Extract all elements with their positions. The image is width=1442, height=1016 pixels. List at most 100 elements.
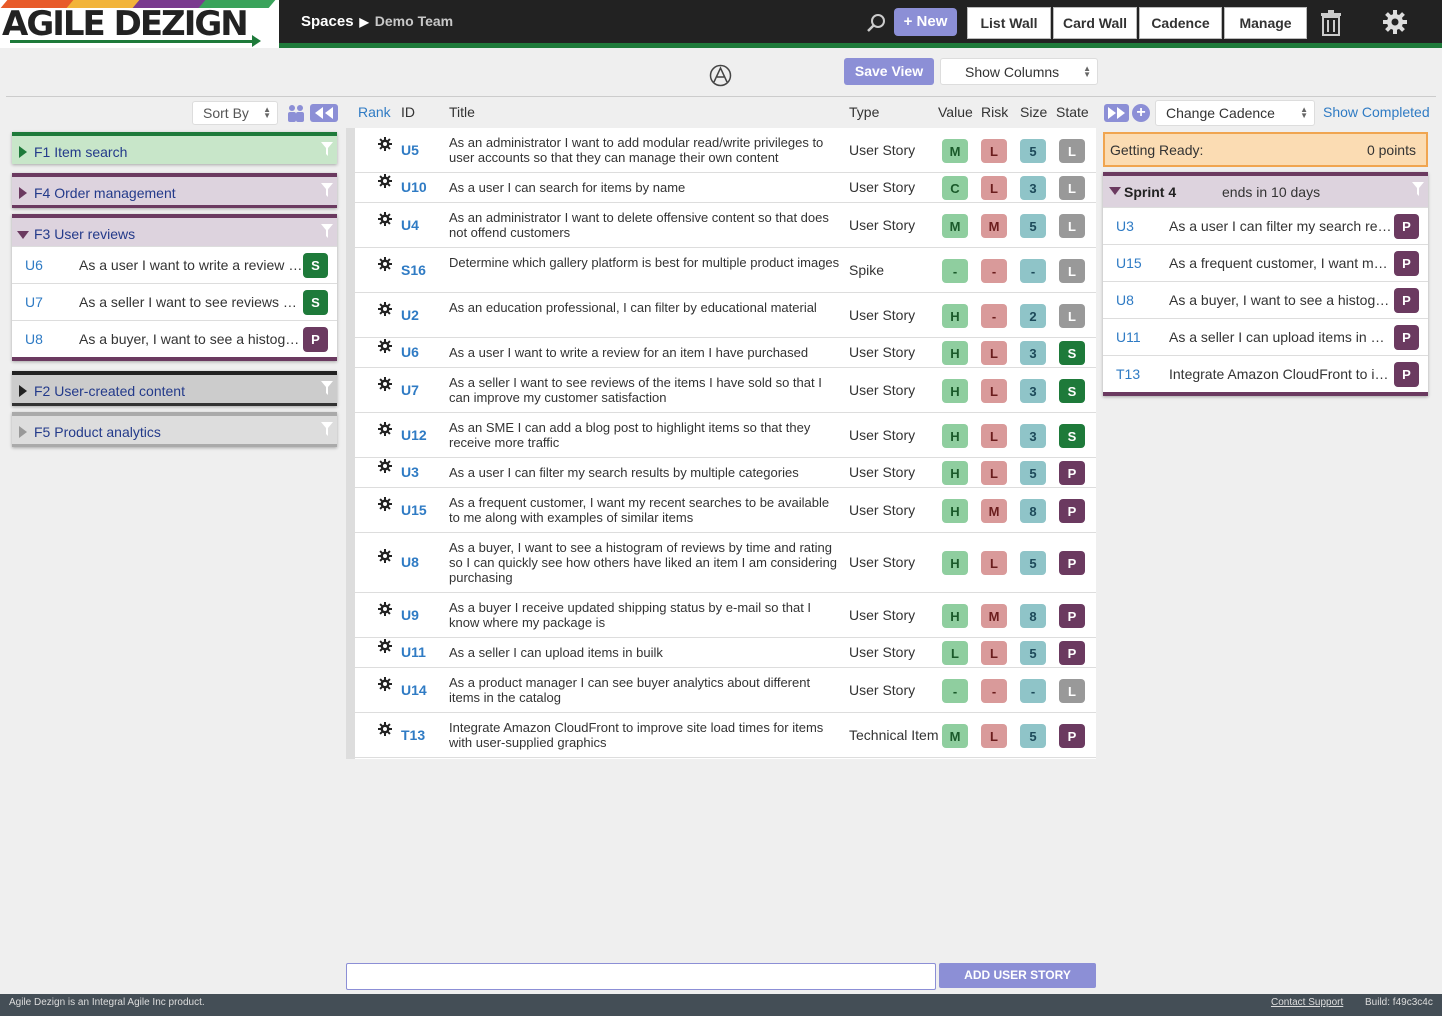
show-columns-select[interactable]: Show Columns ▲ ▼ bbox=[940, 58, 1098, 85]
row-id[interactable]: U2 bbox=[401, 307, 419, 323]
row-id[interactable]: T13 bbox=[401, 727, 425, 743]
table-row[interactable]: S16 Determine which gallery platform is b… bbox=[355, 248, 1096, 293]
risk-badge[interactable]: - bbox=[981, 303, 1007, 328]
getting-ready-bar[interactable]: Getting Ready: 0 points bbox=[1103, 132, 1428, 167]
row-gear-icon[interactable] bbox=[378, 376, 392, 391]
row-gear-icon[interactable] bbox=[378, 339, 392, 353]
table-row[interactable]: U10 As a user I can search for items by n… bbox=[355, 173, 1096, 203]
breadcrumb-spaces[interactable]: Spaces bbox=[301, 13, 354, 30]
column-header-rank[interactable]: Rank bbox=[358, 104, 391, 120]
row-gear-icon[interactable] bbox=[378, 601, 392, 616]
risk-badge[interactable]: M bbox=[981, 603, 1007, 628]
state-badge[interactable]: L bbox=[1059, 258, 1085, 283]
item-id[interactable]: U15 bbox=[1116, 255, 1142, 271]
size-badge[interactable]: 5 bbox=[1020, 641, 1046, 665]
row-gear-icon[interactable] bbox=[378, 301, 392, 316]
item-id[interactable]: U6 bbox=[25, 257, 43, 273]
expand-triangle-icon[interactable] bbox=[19, 385, 27, 397]
row-title[interactable]: As a buyer, I want to see a histogram of… bbox=[449, 540, 841, 585]
row-id[interactable]: U9 bbox=[401, 607, 419, 623]
app-logo[interactable]: AGILE DEZIGN bbox=[0, 0, 279, 48]
table-row[interactable]: U2 As an education professional, I can fi… bbox=[355, 293, 1096, 338]
row-gear-icon[interactable] bbox=[378, 459, 392, 473]
row-title[interactable]: As a product manager I can see buyer ana… bbox=[449, 675, 841, 705]
size-badge[interactable]: - bbox=[1020, 258, 1046, 283]
change-cadence-select[interactable]: Change Cadence ▲ ▼ bbox=[1155, 100, 1315, 126]
expand-right-icon[interactable] bbox=[1104, 104, 1129, 122]
nav-card-wall[interactable]: Card Wall bbox=[1053, 7, 1137, 39]
value-badge[interactable]: - bbox=[942, 258, 968, 283]
gear-icon[interactable] bbox=[1382, 9, 1408, 35]
size-badge[interactable]: 5 bbox=[1020, 138, 1046, 163]
feature-f5[interactable]: F5 Product analytics bbox=[12, 412, 337, 447]
state-badge[interactable]: P bbox=[1059, 641, 1085, 665]
state-badge[interactable]: S bbox=[1059, 423, 1085, 448]
state-badge[interactable]: P bbox=[1059, 461, 1085, 485]
risk-badge[interactable]: L bbox=[981, 551, 1007, 575]
row-id[interactable]: U7 bbox=[401, 382, 419, 398]
row-gear-icon[interactable] bbox=[378, 496, 392, 511]
filter-icon[interactable] bbox=[321, 142, 333, 156]
column-header-value[interactable]: Value bbox=[938, 104, 973, 120]
value-badge[interactable]: H bbox=[942, 378, 968, 403]
sprint-item[interactable]: U11 As a seller I can upload items in bui… bbox=[1103, 318, 1428, 355]
sprint-item[interactable]: U8 As a buyer, I want to see a histogram … bbox=[1103, 281, 1428, 318]
risk-badge[interactable]: L bbox=[981, 176, 1007, 200]
add-user-story-button[interactable]: ADD USER STORY bbox=[939, 963, 1096, 988]
risk-badge[interactable]: L bbox=[981, 641, 1007, 665]
sprint-header[interactable]: Sprint 4 ends in 10 days bbox=[1103, 172, 1428, 207]
feature-item[interactable]: U6 As a user I want to write a review fo… bbox=[12, 246, 337, 283]
expand-triangle-icon[interactable] bbox=[19, 146, 27, 158]
value-badge[interactable]: M bbox=[942, 723, 968, 748]
filter-icon[interactable] bbox=[321, 183, 333, 197]
row-title[interactable]: As an administrator I want to add modula… bbox=[449, 135, 841, 165]
row-gear-icon[interactable] bbox=[378, 211, 392, 226]
row-title[interactable]: As a buyer I receive updated shipping st… bbox=[449, 600, 841, 630]
value-badge[interactable]: C bbox=[942, 176, 968, 200]
item-id[interactable]: U3 bbox=[1116, 218, 1134, 234]
state-badge[interactable]: L bbox=[1059, 138, 1085, 163]
row-gear-icon[interactable] bbox=[378, 639, 392, 653]
row-id[interactable]: S16 bbox=[401, 262, 426, 278]
column-header-type[interactable]: Type bbox=[849, 104, 879, 120]
size-badge[interactable]: 3 bbox=[1020, 341, 1046, 365]
feature-f2[interactable]: F2 User-created content bbox=[12, 371, 337, 406]
item-id[interactable]: T13 bbox=[1116, 366, 1140, 382]
value-badge[interactable]: - bbox=[942, 678, 968, 703]
row-gear-icon[interactable] bbox=[378, 136, 392, 151]
row-id[interactable]: U5 bbox=[401, 142, 419, 158]
value-badge[interactable]: H bbox=[942, 423, 968, 448]
row-id[interactable]: U4 bbox=[401, 217, 419, 233]
table-row[interactable]: T13 Integrate Amazon CloudFront to improv… bbox=[355, 713, 1096, 758]
column-header-size[interactable]: Size bbox=[1020, 104, 1047, 120]
row-title[interactable]: As a user I want to write a review for a… bbox=[449, 345, 841, 360]
search-icon[interactable] bbox=[865, 12, 887, 34]
state-badge[interactable]: L bbox=[1059, 678, 1085, 703]
value-badge[interactable]: H bbox=[942, 303, 968, 328]
row-gear-icon[interactable] bbox=[378, 676, 392, 691]
sprint-item[interactable]: U3 As a user I can filter my search resul… bbox=[1103, 207, 1428, 244]
row-id[interactable]: U6 bbox=[401, 344, 419, 360]
state-badge[interactable]: P bbox=[1059, 498, 1085, 523]
value-badge[interactable]: H bbox=[942, 498, 968, 523]
row-gear-icon[interactable] bbox=[378, 721, 392, 736]
table-row[interactable]: U4 As an administrator I want to delete o… bbox=[355, 203, 1096, 248]
add-sprint-icon[interactable]: + bbox=[1132, 104, 1150, 122]
filter-icon[interactable] bbox=[321, 422, 333, 436]
value-badge[interactable]: H bbox=[942, 551, 968, 575]
risk-badge[interactable]: M bbox=[981, 498, 1007, 523]
add-story-input[interactable] bbox=[346, 963, 936, 990]
value-badge[interactable]: M bbox=[942, 213, 968, 238]
size-badge[interactable]: 8 bbox=[1020, 603, 1046, 628]
sprint-item[interactable]: U15 As a frequent customer, I want my rec… bbox=[1103, 244, 1428, 281]
feature-f4[interactable]: F4 Order management bbox=[12, 173, 337, 208]
row-id[interactable]: U15 bbox=[401, 502, 427, 518]
size-badge[interactable]: 5 bbox=[1020, 723, 1046, 748]
size-badge[interactable]: 2 bbox=[1020, 303, 1046, 328]
value-badge[interactable]: H bbox=[942, 461, 968, 485]
state-badge[interactable]: L bbox=[1059, 213, 1085, 238]
risk-badge[interactable]: M bbox=[981, 213, 1007, 238]
filter-icon[interactable] bbox=[321, 224, 333, 238]
table-row[interactable]: U7 As a seller I want to see reviews of t… bbox=[355, 368, 1096, 413]
breadcrumb-team[interactable]: Demo Team bbox=[375, 13, 453, 29]
